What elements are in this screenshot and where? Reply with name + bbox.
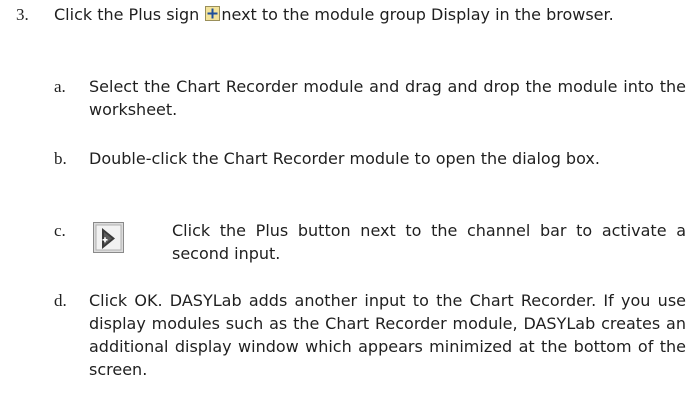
step-text-after-icon: next to the module group Display in the … xyxy=(221,5,614,24)
substep-letter-b: b. xyxy=(54,149,67,168)
substep-text-b: Double-click the Chart Recorder module t… xyxy=(89,149,600,168)
substep-letter-a: a. xyxy=(54,77,66,96)
substep-letter-c: c. xyxy=(54,221,66,240)
plus-sign-icon xyxy=(205,6,221,21)
step-text-before-icon: Click the Plus sign xyxy=(54,5,205,24)
plus-button-icon xyxy=(93,222,124,253)
step-text: Click the Plus sign next to the module g… xyxy=(54,3,686,26)
step-number: 3. xyxy=(16,5,29,24)
substep-letter-d: d. xyxy=(54,291,67,310)
substep-text-c: Click the Plus button next to the channe… xyxy=(172,221,686,263)
document-page: 3. Click the Plus sign next to the modul… xyxy=(0,0,697,418)
substep-text-a: Select the Chart Recorder module and dra… xyxy=(89,77,686,119)
substep-text-d: Click OK. DASYLab adds another input to … xyxy=(89,291,686,379)
